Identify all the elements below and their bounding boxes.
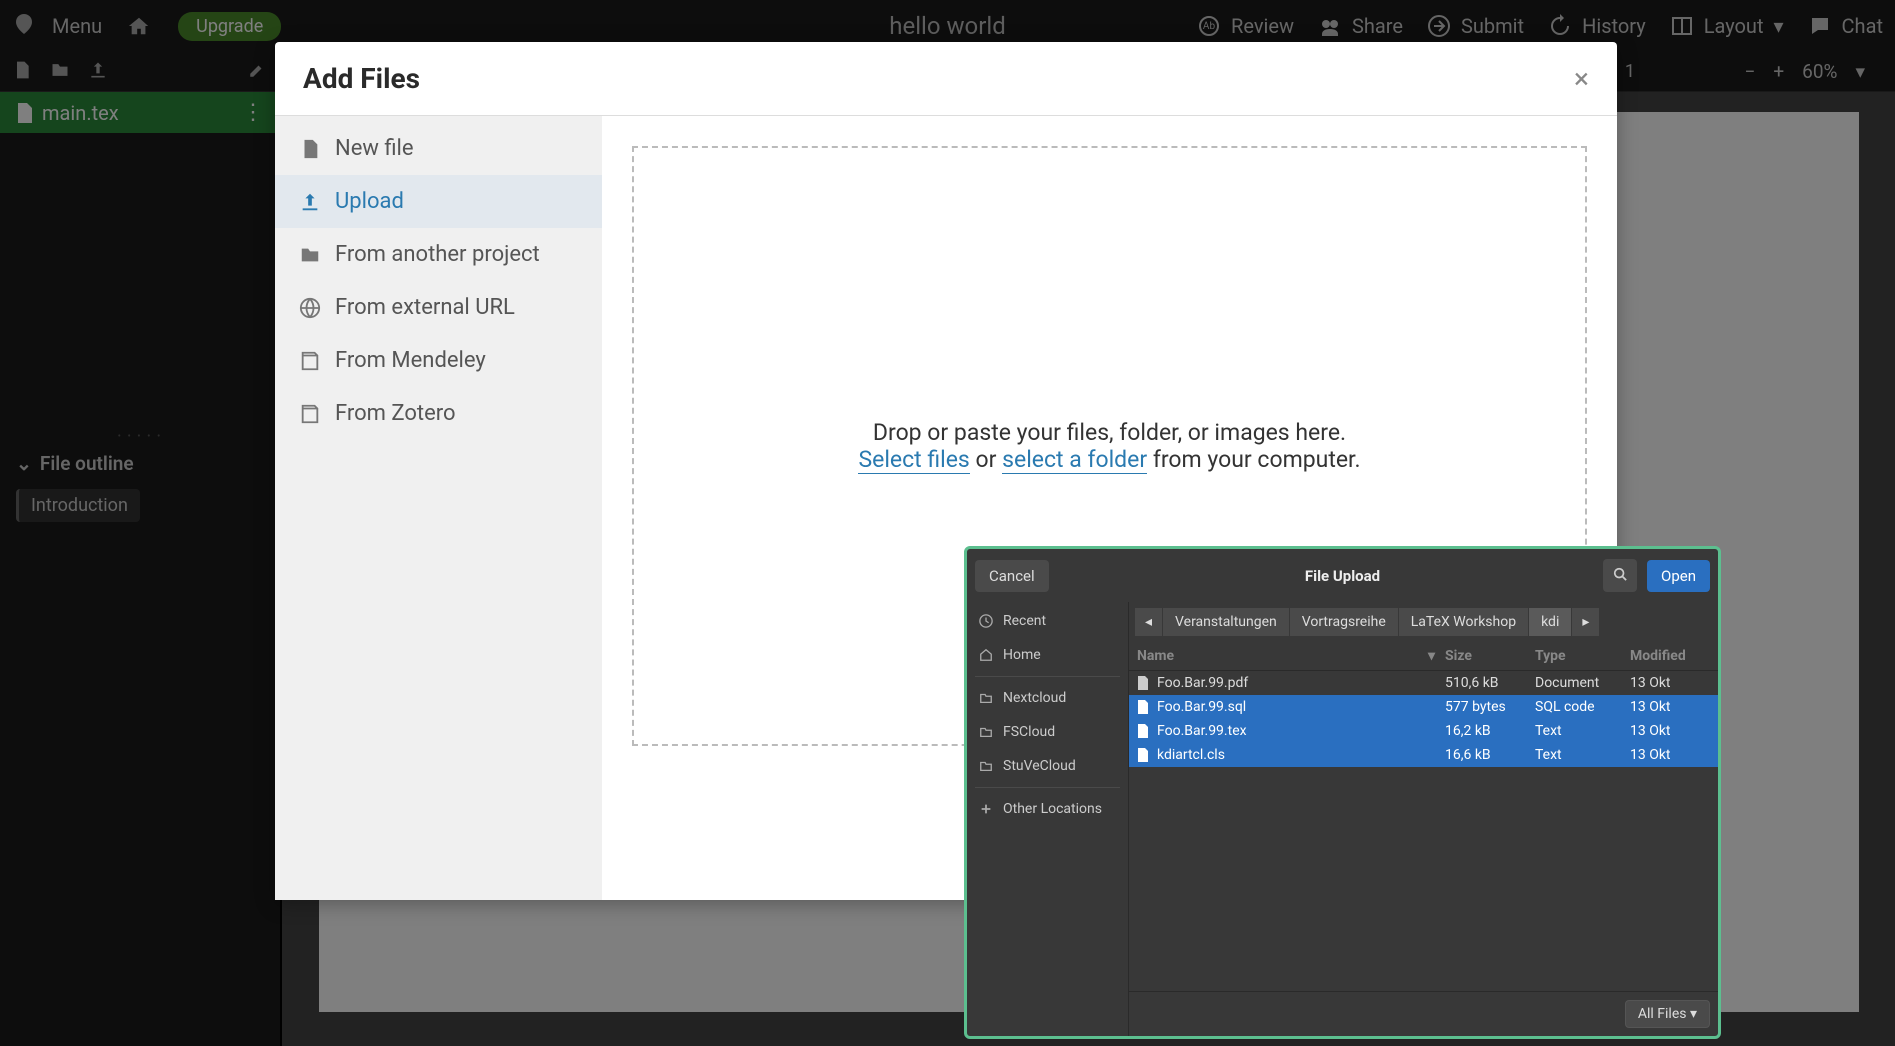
close-icon[interactable]: × [1574,62,1589,95]
col-name[interactable]: Name ▾ [1137,648,1445,664]
col-type[interactable]: Type [1535,648,1630,664]
file-type-filter[interactable]: All Files ▾ [1625,1000,1710,1028]
fscloud-location[interactable]: FSCloud [967,715,1128,749]
modal-sidebar: New file Upload From another project Fro… [275,116,602,900]
file-upload-dialog: Cancel File Upload Open Recent Home Next… [964,546,1721,1039]
from-url-option[interactable]: From external URL [275,281,602,334]
upload-option[interactable]: Upload [275,175,602,228]
select-files-link[interactable]: Select files [858,446,969,474]
from-mendeley-option[interactable]: From Mendeley [275,334,602,387]
col-modified[interactable]: Modified [1630,648,1710,664]
file-row[interactable]: Foo.Bar.99.sql577 bytesSQL code13 Okt [1129,695,1718,719]
file-row[interactable]: Foo.Bar.99.pdf510,6 kBDocument13 Okt [1129,671,1718,695]
home-location[interactable]: Home [967,638,1128,672]
dialog-title: File Upload [1305,567,1380,585]
table-header: Name ▾ Size Type Modified [1129,642,1718,671]
nextcloud-location[interactable]: Nextcloud [967,681,1128,715]
breadcrumb-item[interactable]: LaTeX Workshop [1399,608,1529,636]
search-button[interactable] [1603,559,1637,592]
open-button[interactable]: Open [1647,560,1710,592]
new-file-option[interactable]: New file [275,122,602,175]
modal-title: Add Files [303,62,420,95]
breadcrumb-item[interactable]: Vortragsreihe [1290,608,1399,636]
breadcrumb-forward[interactable]: ▸ [1572,608,1600,636]
stuvecloud-location[interactable]: StuVeCloud [967,749,1128,783]
cancel-button[interactable]: Cancel [975,560,1049,592]
dropzone-text: Drop or paste your files, folder, or ima… [873,419,1346,446]
col-size[interactable]: Size [1445,648,1535,664]
file-row[interactable]: kdiartcl.cls16,6 kBText13 Okt [1129,743,1718,767]
file-row[interactable]: Foo.Bar.99.tex16,2 kBText13 Okt [1129,719,1718,743]
breadcrumb: ◂ Veranstaltungen Vortragsreihe LaTeX Wo… [1129,602,1718,642]
from-project-option[interactable]: From another project [275,228,602,281]
file-list: Foo.Bar.99.pdf510,6 kBDocument13 OktFoo.… [1129,671,1718,991]
fp-sidebar: Recent Home Nextcloud FSCloud StuVeCloud… [967,602,1129,1036]
breadcrumb-item[interactable]: Veranstaltungen [1163,608,1290,636]
breadcrumb-item[interactable]: kdi [1529,608,1572,636]
from-zotero-option[interactable]: From Zotero [275,387,602,440]
breadcrumb-back[interactable]: ◂ [1135,608,1163,636]
recent-location[interactable]: Recent [967,604,1128,638]
sort-indicator-icon: ▾ [1428,648,1435,664]
select-folder-link[interactable]: select a folder [1002,446,1147,474]
other-locations[interactable]: Other Locations [967,792,1128,826]
